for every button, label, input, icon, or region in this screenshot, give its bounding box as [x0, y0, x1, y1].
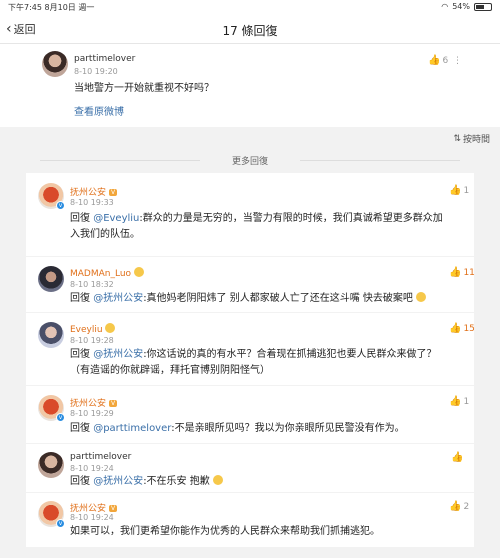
reply-text: 回復 @抚州公安:不在乐安 抱歉 — [70, 474, 450, 490]
emoji-icon — [416, 292, 427, 302]
reply-timestamp: 8-10 18:32 — [70, 280, 114, 289]
avatar[interactable] — [38, 452, 64, 478]
thumbs-up-icon: 👍 — [449, 267, 462, 278]
like-button[interactable]: 👍 1 — [449, 185, 469, 196]
like-count: 15 — [463, 323, 475, 334]
status-bar: 下午7:45 8月10日 週一 ◠ 54% — [0, 0, 500, 14]
reply-username[interactable]: Eveyliu — [70, 323, 116, 335]
reply-timestamp: 8-10 19:24 — [70, 513, 114, 522]
like-count: 1 — [463, 185, 470, 196]
thumbs-up-icon: 👍 — [449, 396, 462, 407]
like-button[interactable]: 👍 6 — [428, 55, 448, 66]
mention-link[interactable]: @抚州公安 — [93, 293, 143, 304]
reply-timestamp: 8-10 19:33 — [70, 198, 114, 207]
reply-list: v 抚州公安 V 8-10 19:33 回復 @Eveyliu:群众的力量是无穷的… — [0, 173, 500, 558]
comment-timestamp: 8-10 19:20 — [74, 67, 118, 76]
reply-timestamp: 8-10 19:24 — [70, 464, 114, 473]
status-time: 下午7:45 8月10日 週一 — [8, 3, 95, 12]
mention-link[interactable]: @parttimelover — [93, 423, 171, 434]
comment-text: 当地警方一开始就重视不好吗？ — [74, 83, 214, 94]
mention-link[interactable]: @抚州公安 — [93, 349, 143, 360]
reply-text: 回復 @抚州公安:你这话说的真的有水平？合着现在抓捕逃犯也要人民群众来做了？（有… — [70, 349, 437, 376]
thumbs-up-icon: 👍 — [449, 323, 462, 334]
reply-item: v 抚州公安 V 8-10 19:24 如果可以，我们更希望你能作为优秀的人民群众… — [26, 493, 474, 547]
nav-bar: ‹ 返回 17 條回復 — [0, 14, 500, 44]
like-button[interactable]: 👍 1 — [449, 396, 469, 407]
reply-username[interactable]: parttimelover — [70, 452, 131, 462]
sort-bar: ⇅ 按時間 — [0, 127, 500, 149]
reply-text: 回復 @parttimelover:不是亲眼所见吗？我以为你亲眼所见民警没有作为… — [70, 423, 405, 434]
emoji-icon — [212, 475, 223, 485]
wifi-icon: ◠ — [441, 2, 449, 11]
avatar[interactable] — [42, 51, 68, 77]
comment-username[interactable]: parttimelover — [74, 54, 135, 64]
reply-username[interactable]: 抚州公安 V — [70, 185, 118, 198]
like-count: 11 — [463, 267, 475, 278]
like-count: 1 — [463, 396, 470, 407]
reply-timestamp: 8-10 19:29 — [70, 409, 114, 418]
more-replies-divider: 更多回復 — [0, 149, 500, 173]
thumbs-up-icon: 👍 — [428, 55, 441, 66]
emoji-icon — [105, 323, 116, 333]
reply-username[interactable]: MADMAn_Luo — [70, 267, 144, 279]
reply-item: v 抚州公安 V 8-10 19:33 回復 @Eveyliu:群众的力量是无穷的… — [26, 173, 474, 256]
sort-icon: ⇅ — [453, 133, 461, 144]
more-options-icon[interactable]: ⋮ — [453, 56, 462, 66]
reply-username[interactable]: 抚州公安 V — [70, 396, 118, 409]
root-comment: parttimelover 8-10 19:20 当地警方一开始就重视不好吗？ … — [0, 45, 500, 127]
verified-icon: v — [56, 413, 65, 422]
reply-item: parttimelover 8-10 19:24 回復 @抚州公安:不在乐安 抱… — [26, 444, 474, 492]
sort-label: 按時間 — [462, 135, 490, 145]
reply-timestamp: 8-10 19:28 — [70, 336, 114, 345]
avatar[interactable] — [38, 266, 64, 292]
reply-item: v 抚州公安 V 8-10 19:29 回復 @parttimelover:不是亲… — [26, 386, 474, 443]
like-button[interactable]: 👍 — [451, 452, 463, 463]
level-badge: V — [109, 189, 118, 196]
battery-icon — [474, 2, 492, 11]
mention-link[interactable]: @抚州公安 — [93, 476, 143, 487]
like-button[interactable]: 👍 15 — [449, 323, 475, 334]
reply-text: 回復 @Eveyliu:群众的力量是无穷的，当警力有限的时候，我们真诚希望更多群… — [70, 213, 443, 240]
verified-icon: v — [56, 201, 65, 210]
mention-link[interactable]: @Eveyliu — [93, 213, 139, 224]
thumbs-up-icon: 👍 — [449, 501, 462, 512]
thumbs-up-icon: 👍 — [449, 185, 462, 196]
battery-percent: 54% — [452, 2, 470, 11]
view-original-link[interactable]: 查看原微博 — [74, 103, 124, 118]
level-badge: V — [109, 400, 118, 407]
avatar[interactable] — [38, 322, 64, 348]
page-title: 17 條回復 — [222, 24, 278, 38]
status-right: ◠ 54% — [441, 2, 492, 11]
reply-text: 如果可以，我们更希望你能作为优秀的人民群众来帮助我们抓捕逃犯。 — [70, 526, 380, 537]
like-button[interactable]: 👍 2 — [449, 501, 469, 512]
like-count: 2 — [463, 501, 470, 512]
like-button[interactable]: 👍 11 — [449, 267, 475, 278]
sort-button[interactable]: ⇅ 按時間 — [453, 132, 490, 146]
emoji-icon — [133, 267, 144, 277]
reply-text: 回復 @抚州公安:真他妈老阴阳炜了 别人都家破人亡了还在这斗嘴 快去破案吧 — [70, 291, 460, 307]
like-count: 6 — [442, 55, 449, 66]
verified-icon: v — [56, 519, 65, 528]
reply-item: Eveyliu 8-10 19:28 回復 @抚州公安:你这话说的真的有水平？合… — [26, 313, 475, 385]
more-replies-button[interactable]: 更多回復 — [0, 154, 500, 167]
level-badge: V — [109, 505, 118, 512]
reply-item: MADMAn_Luo 8-10 18:32 回復 @抚州公安:真他妈老阴阳炜了 … — [26, 257, 475, 312]
thumbs-up-icon: 👍 — [451, 452, 464, 463]
